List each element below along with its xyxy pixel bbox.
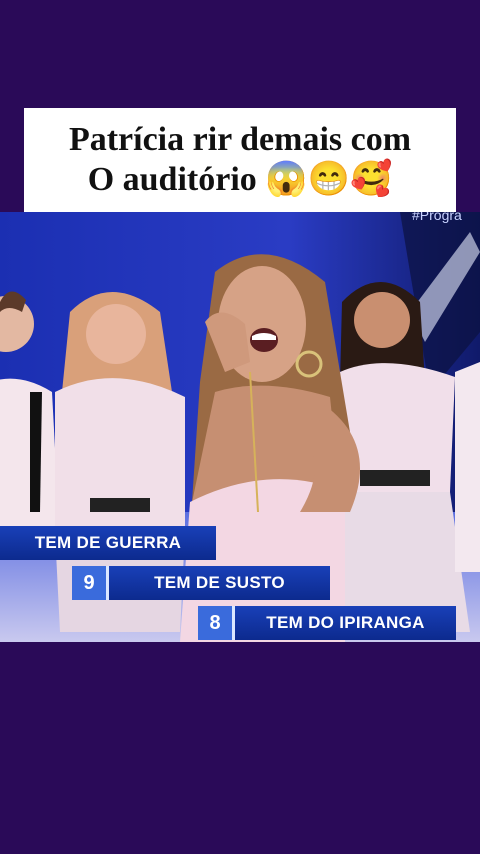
answer-row-1: TEM DE GUERRA <box>0 526 216 560</box>
caption-line-2: O auditório 😱😁🥰 <box>87 161 393 198</box>
answer-text-1: TEM DE GUERRA <box>0 526 216 560</box>
answer-number-3: 8 <box>198 606 235 640</box>
watermark-text: #Progra <box>412 212 462 223</box>
caption-line-1: Patrícia rir demais com <box>68 121 412 158</box>
answer-text-2: TEM DE SUSTO <box>109 566 330 600</box>
caption-banner: Patrícia rir demais com O auditório 😱😁🥰 <box>24 108 456 212</box>
answer-row-3: 8 TEM DO IPIRANGA <box>198 606 456 640</box>
answer-number-2: 9 <box>72 566 109 600</box>
answer-text-3: TEM DO IPIRANGA <box>235 606 456 640</box>
answer-row-2: 9 TEM DE SUSTO <box>72 566 330 600</box>
